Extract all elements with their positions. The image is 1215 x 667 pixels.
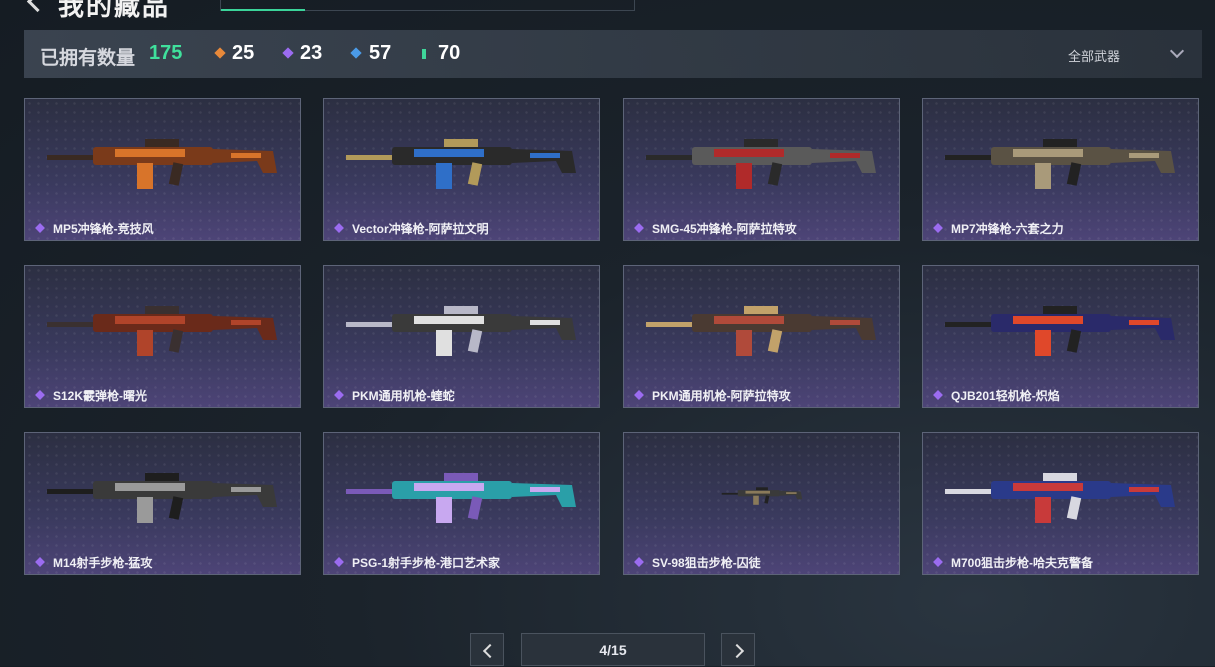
weapon-name: M700狙击步枪-哈夫克警备 xyxy=(951,556,1094,570)
blue-rarity-icon xyxy=(350,47,362,59)
weapon-image xyxy=(47,306,277,356)
active-tab-indicator xyxy=(221,9,305,11)
weapon-name: M14射手步枪-猛攻 xyxy=(53,556,153,570)
prev-page-button[interactable] xyxy=(470,633,504,666)
weapon-card[interactable]: PSG-1射手步枪-港口艺术家 xyxy=(323,432,600,575)
orange-rarity-count: 25 xyxy=(232,42,255,64)
purple-rarity-icon xyxy=(35,390,45,400)
weapon-image xyxy=(945,139,1175,189)
weapon-card[interactable]: M14射手步枪-猛攻 xyxy=(24,432,301,575)
weapon-image xyxy=(721,487,803,505)
top-bar: 我的藏品 xyxy=(0,0,1215,21)
purple-rarity-icon xyxy=(35,223,45,233)
purple-rarity-icon xyxy=(933,390,943,400)
weapon-filter-dropdown[interactable]: 全部武器 xyxy=(1068,46,1120,65)
weapon-card[interactable]: PKM通用机枪-蝰蛇 xyxy=(323,265,600,408)
purple-rarity-count: 23 xyxy=(300,42,323,64)
weapon-image xyxy=(646,306,876,356)
weapon-name: QJB201轻机枪-炽焰 xyxy=(951,389,1060,403)
weapon-name: MP5冲锋枪-竞技风 xyxy=(53,222,154,236)
weapon-name: PKM通用机枪-蝰蛇 xyxy=(352,389,455,403)
weapon-name: PKM通用机枪-阿萨拉特攻 xyxy=(652,389,791,403)
weapon-name: SMG-45冲锋枪-阿萨拉特攻 xyxy=(652,222,797,236)
weapon-card[interactable]: MP7冲锋枪-六套之力 xyxy=(922,98,1199,241)
purple-rarity-icon xyxy=(334,557,344,567)
purple-rarity-icon xyxy=(35,557,45,567)
purple-rarity-icon xyxy=(634,557,644,567)
weapon-name: MP7冲锋枪-六套之力 xyxy=(951,222,1064,236)
chevron-right-icon xyxy=(729,643,745,659)
owned-stats-bar: 已拥有数量 175 25 23 57 70 全部武器 xyxy=(24,30,1202,78)
chevron-left-icon xyxy=(482,643,498,659)
page-title: 我的藏品 xyxy=(58,0,171,21)
purple-rarity-icon xyxy=(334,390,344,400)
tab-strip[interactable] xyxy=(220,0,635,11)
weapon-image xyxy=(346,139,576,189)
weapon-image xyxy=(346,473,576,523)
blue-rarity-count: 57 xyxy=(369,42,392,64)
weapon-card[interactable]: M700狙击步枪-哈夫克警备 xyxy=(922,432,1199,575)
weapon-image xyxy=(346,306,576,356)
weapon-name: Vector冲锋枪-阿萨拉文明 xyxy=(352,222,489,236)
chevron-down-icon[interactable] xyxy=(1169,43,1185,59)
weapon-image xyxy=(945,306,1175,356)
green-rarity-count: 70 xyxy=(438,42,461,64)
weapon-card[interactable]: PKM通用机枪-阿萨拉特攻 xyxy=(623,265,900,408)
weapon-image xyxy=(646,139,876,189)
weapon-name: PSG-1射手步枪-港口艺术家 xyxy=(352,556,501,570)
page-indicator: 4/15 xyxy=(521,633,705,666)
weapon-card[interactable]: SV-98狙击步枪-囚徒 xyxy=(623,432,900,575)
owned-count-value: 175 xyxy=(149,42,183,64)
weapon-card[interactable]: QJB201轻机枪-炽焰 xyxy=(922,265,1199,408)
weapon-card[interactable]: SMG-45冲锋枪-阿萨拉特攻 xyxy=(623,98,900,241)
weapon-name: SV-98狙击步枪-囚徒 xyxy=(652,556,761,570)
purple-rarity-icon xyxy=(933,557,943,567)
purple-rarity-icon xyxy=(634,390,644,400)
weapon-image xyxy=(945,473,1175,523)
purple-rarity-icon xyxy=(282,47,294,59)
purple-rarity-icon xyxy=(334,223,344,233)
green-rarity-icon xyxy=(422,49,426,59)
next-page-button[interactable] xyxy=(721,633,755,666)
weapon-card[interactable]: S12K霰弹枪-曙光 xyxy=(24,265,301,408)
owned-count-label: 已拥有数量 xyxy=(40,48,136,69)
weapon-card[interactable]: MP5冲锋枪-竞技风 xyxy=(24,98,301,241)
weapon-image xyxy=(47,473,277,523)
weapon-card[interactable]: Vector冲锋枪-阿萨拉文明 xyxy=(323,98,600,241)
weapon-name: S12K霰弹枪-曙光 xyxy=(53,389,148,403)
back-arrow-icon[interactable] xyxy=(26,0,49,13)
purple-rarity-icon xyxy=(634,223,644,233)
purple-rarity-icon xyxy=(933,223,943,233)
weapon-image xyxy=(47,139,277,189)
orange-rarity-icon xyxy=(214,47,226,59)
